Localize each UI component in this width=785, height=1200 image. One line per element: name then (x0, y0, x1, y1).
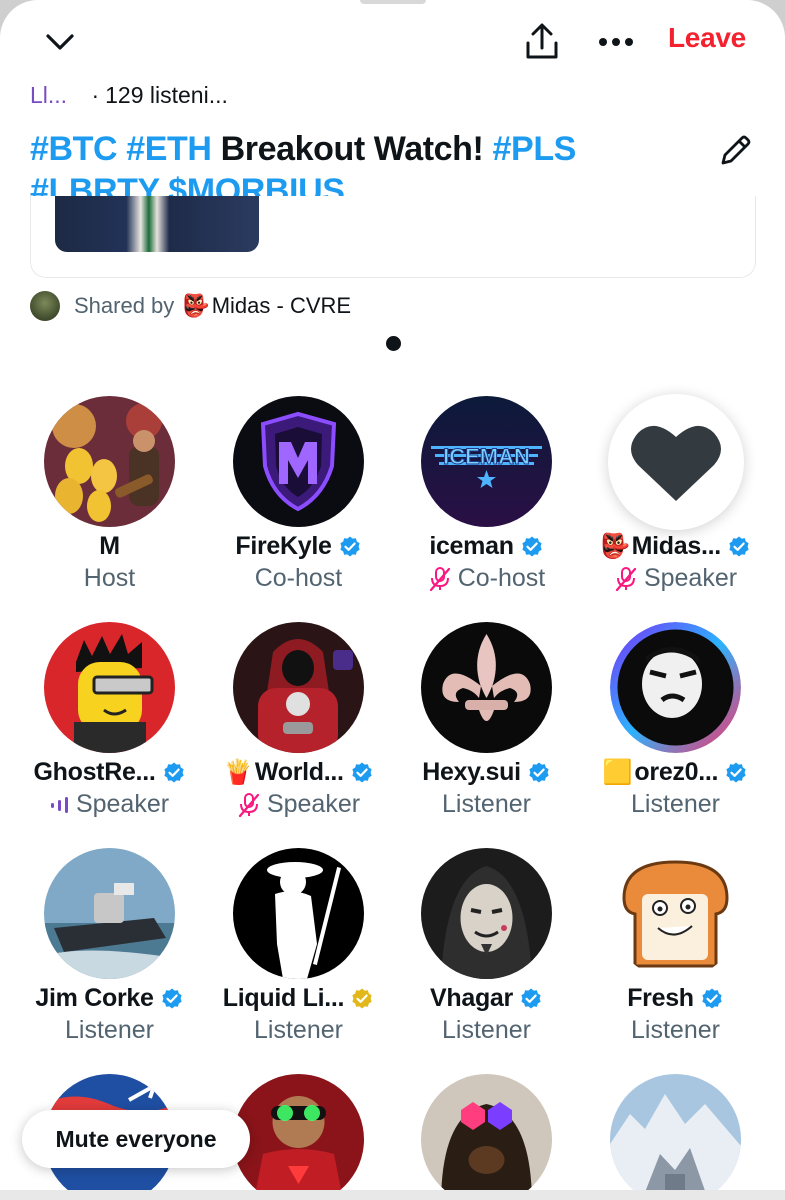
participant-role: Speaker (581, 564, 770, 593)
space-sheet: Leave Ll... · 129 listeni... #BTC #ETH Br… (0, 0, 785, 1200)
mic-muted-icon (428, 566, 452, 592)
avatar (233, 622, 364, 753)
participant-role: Host (83, 564, 136, 592)
bottom-edge (0, 1190, 785, 1200)
avatar (421, 848, 552, 979)
leave-button[interactable]: Leave (668, 22, 746, 54)
pencil-icon[interactable] (712, 128, 758, 174)
avatar (233, 1074, 364, 1200)
heart-icon (631, 425, 721, 501)
verified-badge-icon (162, 761, 186, 785)
verified-gold-badge-icon (350, 987, 374, 1011)
verified-badge-icon (338, 535, 362, 559)
participant-role: Co-host (254, 564, 343, 592)
space-meta: Ll... · 129 listeni... (30, 82, 228, 109)
participant-role: Listener (631, 790, 720, 818)
participant-name: GhostRe... (15, 758, 204, 787)
verified-badge-icon (350, 761, 374, 785)
fries-emoji-icon: 🍟 (223, 759, 253, 786)
verified-badge-icon (160, 987, 184, 1011)
shared-post-image (55, 196, 259, 252)
participant-name: Jim Corke (15, 984, 204, 1013)
participant-role: Speaker (204, 790, 393, 819)
mic-muted-icon (237, 792, 261, 818)
participant-name: M (99, 532, 120, 560)
avatar (44, 848, 175, 979)
title-hashtag[interactable]: #ETH (126, 130, 212, 168)
more-horizontal-icon[interactable] (592, 22, 640, 62)
title-hashtag[interactable]: #PLS (493, 130, 577, 168)
participant-name: 🍟 World... (204, 758, 393, 787)
verified-badge-icon (724, 761, 748, 785)
goblin-emoji-icon: 👺 (600, 533, 630, 560)
reaction-bubble (608, 394, 744, 530)
title-hashtag[interactable]: #BTC (30, 130, 118, 168)
participant-name: iceman (392, 532, 581, 561)
speaking-bars-icon (50, 795, 70, 815)
participant-name: 🟨 orez0... (581, 758, 770, 787)
participant-role: Listener (631, 1016, 720, 1044)
avatar (44, 622, 175, 753)
verified-badge-icon (700, 987, 724, 1011)
participant-name: FireKyle (204, 532, 393, 561)
mute-everyone-button[interactable]: Mute everyone (22, 1110, 250, 1168)
participant-role: Co-host (392, 564, 581, 593)
chevron-down-icon[interactable] (36, 22, 84, 62)
avatar (610, 622, 741, 753)
listener-count: 129 listeni... (105, 82, 228, 108)
shared-post-card[interactable] (30, 196, 756, 278)
goblin-emoji-icon: 👺 (182, 293, 210, 318)
meta-separator: · (91, 82, 100, 108)
share-upload-icon[interactable] (518, 18, 566, 66)
verified-badge-icon (527, 761, 551, 785)
participant-role: Listener (65, 1016, 154, 1044)
participant-role: Listener (254, 1016, 343, 1044)
participant-name: Fresh (581, 984, 770, 1013)
shared-by-prefix: Shared by (74, 293, 175, 318)
verified-badge-icon (519, 987, 543, 1011)
participant-name: 👺 Midas... (581, 532, 770, 561)
shared-by-name-text: Midas - CVRE (211, 293, 352, 318)
space-top-bar: Leave (0, 0, 785, 84)
avatar (421, 622, 552, 753)
title-text: Breakout Watch! (220, 130, 484, 168)
yellow-square-emoji-icon: 🟨 (602, 759, 633, 786)
participant-role: Listener (442, 790, 531, 818)
shared-by-row: Shared by 👺 Midas - CVRE (30, 290, 351, 322)
shared-by-name[interactable]: 👺 Midas - CVRE (182, 293, 351, 319)
avatar (44, 396, 175, 527)
avatar (610, 1074, 741, 1200)
space-label[interactable]: Ll... (30, 82, 67, 108)
avatar (233, 848, 364, 979)
mic-muted-icon (614, 566, 638, 592)
participant-role: Speaker (15, 790, 204, 819)
avatar: ICEMAN (421, 396, 552, 527)
pager-dot (386, 336, 401, 351)
participant-name: Vhagar (392, 984, 581, 1013)
avatar (421, 1074, 552, 1200)
verified-badge-icon (727, 535, 751, 559)
participant-name: Hexy.sui (392, 758, 581, 787)
avatar (233, 396, 364, 527)
verified-badge-icon (520, 535, 544, 559)
participant-role: Listener (442, 1016, 531, 1044)
avatar (610, 848, 741, 979)
iceman-logo-text: ICEMAN (443, 444, 530, 469)
avatar (30, 291, 60, 321)
participant-name: Liquid Li... (204, 984, 393, 1013)
